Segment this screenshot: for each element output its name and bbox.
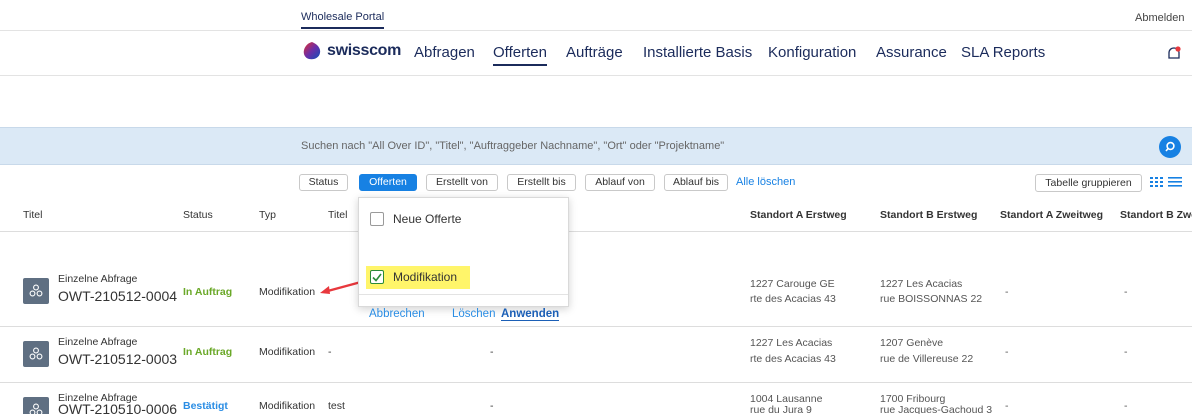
dropdown-divider [359, 294, 568, 295]
logout-link[interactable]: Abmelden [1135, 12, 1185, 24]
row-b1: 1207 Genève [880, 337, 944, 349]
delete-button[interactable]: Löschen [452, 308, 495, 320]
nav-abfragen[interactable]: Abfragen [414, 44, 475, 61]
check-icon [372, 273, 382, 282]
filter-ablauf-bis[interactable]: Ablauf bis [664, 174, 728, 191]
main-navigation: swisscom Abfragen Offerten Aufträge Inst… [0, 31, 1192, 76]
column-header-titel-2[interactable]: Titel [328, 209, 347, 221]
filter-ablauf-von[interactable]: Ablauf von [585, 174, 655, 191]
row-b2: rue Jacques-Gachoud 3 [880, 404, 993, 414]
filter-erstellt-bis[interactable]: Erstellt bis [507, 174, 576, 191]
row-mid: - [490, 400, 494, 412]
row-id[interactable]: OWT-210512-0004 [58, 288, 177, 304]
column-header-standort-a-zweitweg[interactable]: Standort A Zweitweg [1000, 209, 1103, 221]
portal-tab[interactable]: Wholesale Portal [301, 11, 385, 29]
nav-konfiguration[interactable]: Konfiguration [768, 44, 856, 61]
filter-offerten[interactable]: Offerten [359, 174, 417, 191]
row-titel: - [328, 346, 332, 358]
row-kind: Einzelne Abfrage [58, 336, 138, 348]
request-type-icon [23, 278, 49, 304]
row-kind: Einzelne Abfrage [58, 273, 138, 285]
row-az: - [1005, 286, 1009, 298]
column-header-typ[interactable]: Typ [259, 209, 276, 221]
view-toggle [1150, 176, 1182, 188]
row-typ: Modifikation [259, 286, 316, 298]
search-icon [1165, 141, 1175, 152]
nav-installierte-basis[interactable]: Installierte Basis [643, 44, 752, 61]
swisscom-logo[interactable]: swisscom [302, 41, 401, 61]
nav-assurance[interactable]: Assurance [876, 44, 947, 61]
row-b2: rue BOISSONNAS 22 [880, 293, 983, 305]
nav-auftraege[interactable]: Aufträge [566, 44, 623, 61]
grid-view-icon[interactable] [1150, 176, 1164, 188]
row-bz: - [1124, 400, 1128, 412]
option-label: Modifikation [393, 270, 458, 284]
apply-button[interactable]: Anwenden [501, 308, 560, 321]
annotation-arrow-icon [320, 280, 362, 294]
checkbox-unchecked[interactable] [370, 212, 384, 226]
row-id[interactable]: OWT-210512-0003 [58, 351, 177, 367]
notification-bell-icon[interactable] [1167, 46, 1181, 62]
status-badge: Bestätigt [183, 400, 228, 412]
column-header-standort-b-zweitweg[interactable]: Standort B Zweit [1120, 209, 1192, 221]
top-bar: Wholesale Portal Abmelden [0, 0, 1192, 31]
checkbox-checked[interactable] [370, 270, 384, 284]
row-a2: rte des Acacias 43 [750, 293, 836, 305]
row-b1: 1227 Les Acacias [880, 278, 963, 290]
request-type-icon [23, 341, 49, 367]
logo-text: swisscom [327, 42, 402, 59]
list-view-icon[interactable] [1168, 176, 1182, 188]
clear-all-filters-link[interactable]: Alle löschen [736, 176, 795, 188]
row-divider [0, 382, 1192, 383]
option-neue-offerte[interactable]: Neue Offerte [370, 212, 461, 226]
row-a2: rue du Jura 9 [750, 404, 812, 414]
search-bar: Suchen nach "All Over ID", "Titel", "Auf… [0, 127, 1192, 165]
header-divider [0, 231, 1192, 232]
row-id[interactable]: OWT-210510-0006 [58, 401, 177, 414]
column-header-standort-b-erstweg[interactable]: Standort B Erstweg [880, 209, 977, 221]
status-badge: In Auftrag [183, 346, 233, 358]
option-label: Neue Offerte [393, 212, 462, 226]
row-typ: Modifikation [259, 400, 316, 412]
filter-erstellt-von[interactable]: Erstellt von [426, 174, 498, 191]
column-header-status[interactable]: Status [183, 209, 213, 221]
row-titel: test [328, 400, 345, 412]
row-a2: rte des Acacias 43 [750, 353, 836, 365]
row-b2: rue de Villereuse 22 [880, 353, 974, 365]
row-az: - [1005, 400, 1009, 412]
request-type-icon [23, 397, 49, 414]
row-typ: Modifikation [259, 346, 316, 358]
nav-offerten[interactable]: Offerten [493, 44, 547, 66]
row-mid: - [490, 346, 494, 358]
swisscom-logo-icon [303, 42, 321, 60]
column-header-titel[interactable]: Titel [23, 209, 42, 221]
row-bz: - [1124, 286, 1128, 298]
column-header-standort-a-erstweg[interactable]: Standort A Erstweg [750, 209, 847, 221]
row-az: - [1005, 346, 1009, 358]
status-badge: In Auftrag [183, 286, 233, 298]
search-button[interactable] [1159, 136, 1181, 158]
offerten-filter-dropdown: Neue Offerte Modifikation [358, 197, 569, 307]
cancel-button[interactable]: Abbrechen [369, 308, 425, 320]
row-a1: 1227 Carouge GE [750, 278, 835, 290]
filter-status[interactable]: Status [299, 174, 348, 191]
row-a1: 1227 Les Acacias [750, 337, 833, 349]
search-input[interactable]: Suchen nach "All Over ID", "Titel", "Auf… [301, 140, 724, 152]
row-divider [0, 326, 1192, 327]
nav-sla-reports[interactable]: SLA Reports [961, 44, 1045, 61]
option-modifikation[interactable]: Modifikation [370, 270, 457, 284]
group-table-button[interactable]: Tabelle gruppieren [1035, 174, 1142, 192]
row-bz: - [1124, 346, 1128, 358]
